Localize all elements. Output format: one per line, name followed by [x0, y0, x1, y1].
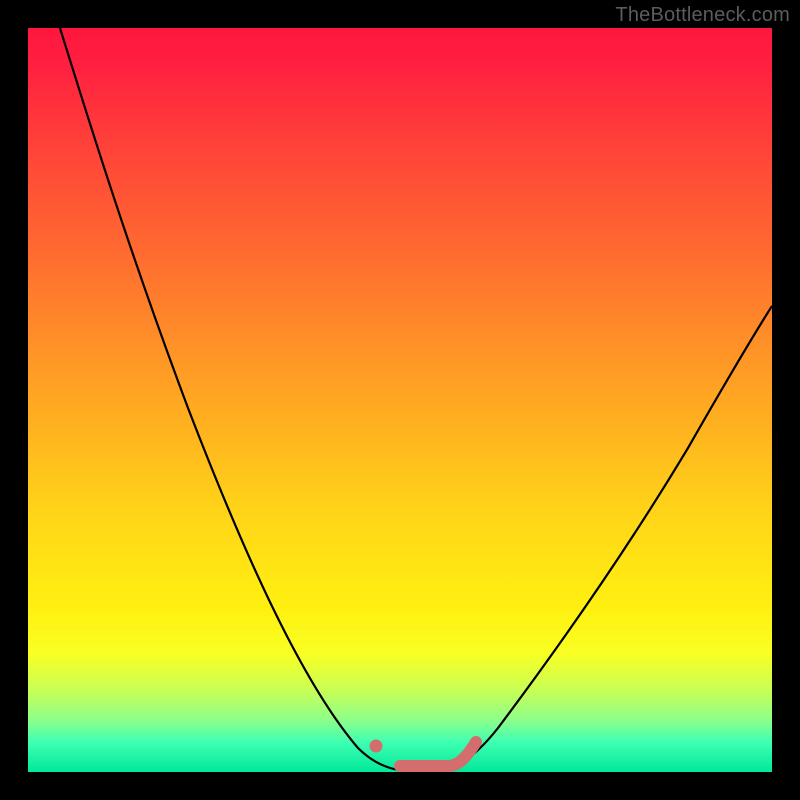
- chart-frame: TheBottleneck.com: [0, 0, 800, 800]
- marker-dot: [370, 740, 383, 753]
- bottleneck-curve-path: [60, 28, 772, 772]
- marker-range: [400, 742, 476, 766]
- watermark-label: TheBottleneck.com: [615, 4, 790, 27]
- curve-svg: [28, 28, 772, 772]
- plot-area: [28, 28, 772, 772]
